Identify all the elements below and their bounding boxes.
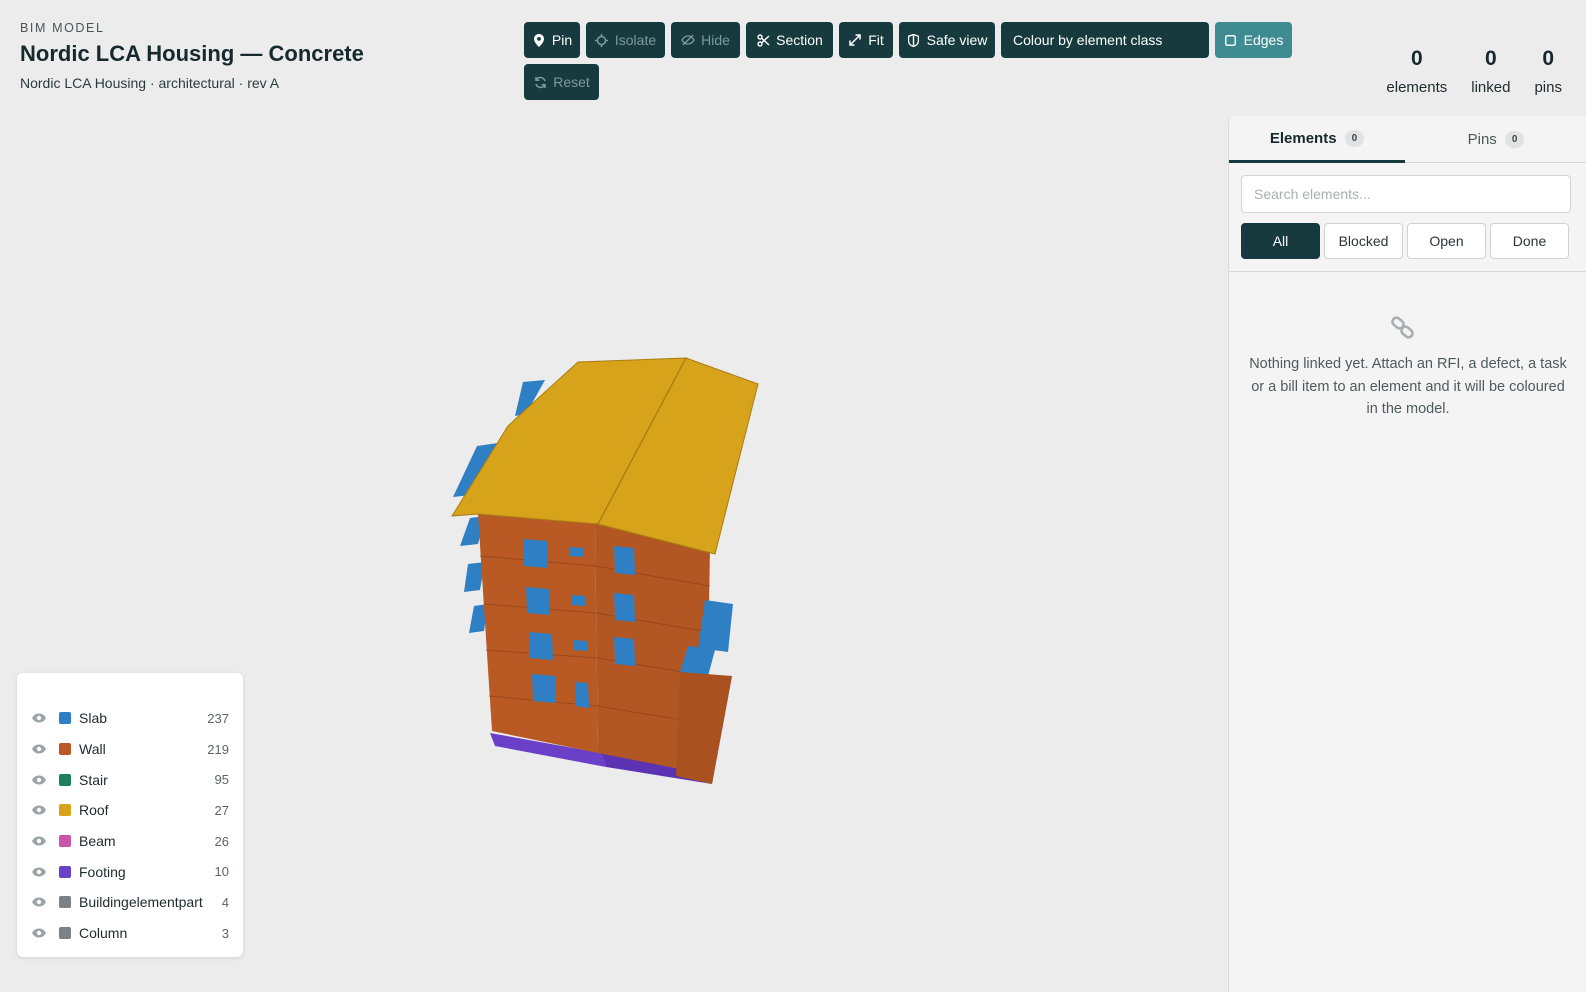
refresh-icon: [533, 75, 547, 89]
swatch-stair: [59, 773, 71, 786]
legend-label: Stair: [79, 771, 108, 788]
legend-count: 95: [214, 772, 229, 788]
eye-icon[interactable]: [31, 835, 47, 847]
swatch-slab: [59, 712, 71, 725]
fit-label: Fit: [868, 32, 884, 48]
filter-open[interactable]: Open: [1407, 223, 1486, 259]
legend-label: Footing: [79, 863, 126, 880]
legend-item-roof[interactable]: Roof 27: [17, 795, 243, 826]
status-filter: All Blocked Open Done: [1241, 223, 1573, 259]
eye-icon[interactable]: [31, 774, 47, 786]
legend-item-footing[interactable]: Footing 10: [17, 856, 243, 887]
eyebrow-label: BIM MODEL: [20, 21, 105, 35]
count-badge: 0: [1504, 131, 1525, 148]
hide-label: Hide: [701, 32, 730, 48]
filter-blocked[interactable]: Blocked: [1324, 223, 1403, 259]
eye-slash-icon: [681, 33, 695, 47]
shield-icon: [907, 33, 921, 47]
pin-button[interactable]: Pin: [524, 22, 580, 58]
legend-count: 237: [207, 710, 229, 726]
legend-label: Column: [79, 925, 128, 942]
legend-label: Wall: [79, 741, 106, 758]
page-subtitle: Nordic LCA Housing · architectural · rev…: [20, 75, 280, 91]
swatch-footing: [59, 865, 71, 878]
crosshair-icon: [595, 33, 609, 47]
expand-icon: [848, 33, 862, 47]
filter-done[interactable]: Done: [1490, 223, 1569, 259]
swatch-roof: [59, 804, 71, 817]
eye-icon[interactable]: [31, 866, 47, 878]
stat-label: linked: [1471, 79, 1511, 96]
fit-button[interactable]: Fit: [839, 22, 893, 58]
square-icon: [1224, 33, 1238, 47]
search-input[interactable]: [1241, 175, 1571, 213]
legend-count: 219: [207, 741, 229, 757]
section-button[interactable]: Section: [746, 22, 833, 58]
isolate-button[interactable]: Isolate: [586, 22, 665, 58]
scissors-icon: [756, 33, 770, 47]
legend-item-column[interactable]: Column 3: [17, 918, 243, 949]
stat-value: 0: [1410, 47, 1423, 70]
eye-icon[interactable]: [31, 804, 47, 816]
legend-count: 4: [221, 894, 229, 910]
edges-label: Edges: [1243, 32, 1284, 48]
edges-toggle[interactable]: Edges: [1215, 22, 1292, 58]
legend-count: 26: [214, 833, 229, 849]
legend-item-wall[interactable]: Wall 219: [17, 734, 243, 765]
page-title: Nordic LCA Housing — Concrete: [20, 41, 364, 66]
section-label: Section: [776, 32, 823, 48]
panel-tabs: Elements 0 Pins 0: [1229, 116, 1586, 163]
tab-label: Elements: [1269, 129, 1337, 147]
legend-item-stair[interactable]: Stair 95: [17, 764, 243, 795]
legend-count: 3: [221, 925, 229, 941]
colour-mode-select[interactable]: Colour by element class: [1001, 22, 1209, 58]
filter-all[interactable]: All: [1241, 223, 1320, 259]
count-badge: 0: [1344, 129, 1365, 147]
legend-item-beam[interactable]: Beam 26: [17, 826, 243, 857]
stat-linked: 0 linked: [1471, 46, 1510, 96]
reset-button[interactable]: Reset: [524, 64, 599, 100]
swatch-column: [59, 927, 71, 940]
swatch-wall: [59, 743, 71, 756]
hide-button[interactable]: Hide: [671, 22, 740, 58]
swatch-buildingelementpart: [59, 896, 71, 909]
legend-label: Beam: [79, 833, 116, 850]
legend-count: 10: [214, 864, 229, 880]
safe-view-label: Safe view: [926, 32, 988, 48]
stat-label: pins: [1534, 79, 1562, 96]
stat-value: 0: [1485, 47, 1497, 70]
stat-elements: 0 elements: [1386, 46, 1447, 96]
legend-count: 27: [214, 802, 229, 818]
stat-value: 0: [1542, 47, 1555, 70]
legend-item-buildingelementpart[interactable]: Buildingelementpart 4: [17, 887, 243, 918]
eye-icon[interactable]: [31, 712, 47, 724]
eye-icon[interactable]: [31, 927, 47, 939]
safe-view-button[interactable]: Safe view: [899, 22, 995, 58]
legend-label: Buildingelementpart: [79, 894, 203, 911]
tab-elements[interactable]: Elements 0: [1229, 116, 1405, 163]
swatch-beam: [59, 835, 71, 848]
side-panel: Elements 0 Pins 0 All Blocked Open Done …: [1228, 116, 1586, 992]
tab-label: Pins: [1467, 131, 1497, 148]
divider: [1229, 271, 1586, 272]
empty-state-message: Nothing linked yet. Attach an RFI, a def…: [1249, 356, 1567, 417]
legend-label: Slab: [79, 710, 108, 727]
reset-label: Reset: [553, 74, 590, 90]
pin-label: Pin: [551, 32, 573, 48]
link-icon: [1389, 314, 1417, 342]
element-class-legend: Slab 237 Wall 219 Stair 95 Roof 27 Beam …: [17, 673, 243, 957]
eye-icon[interactable]: [31, 896, 47, 908]
stat-pins: 0 pins: [1534, 46, 1562, 96]
tab-pins[interactable]: Pins 0: [1405, 116, 1586, 163]
stats-summary: 0 elements 0 linked 0 pins: [1386, 46, 1562, 96]
legend-label: Roof: [79, 802, 109, 819]
wall-wing[interactable]: [676, 672, 732, 784]
stat-label: elements: [1386, 79, 1448, 96]
eye-icon[interactable]: [31, 743, 47, 755]
isolate-label: Isolate: [614, 32, 657, 48]
legend-item-slab[interactable]: Slab 237: [17, 703, 243, 734]
map-pin-icon: [532, 33, 546, 47]
